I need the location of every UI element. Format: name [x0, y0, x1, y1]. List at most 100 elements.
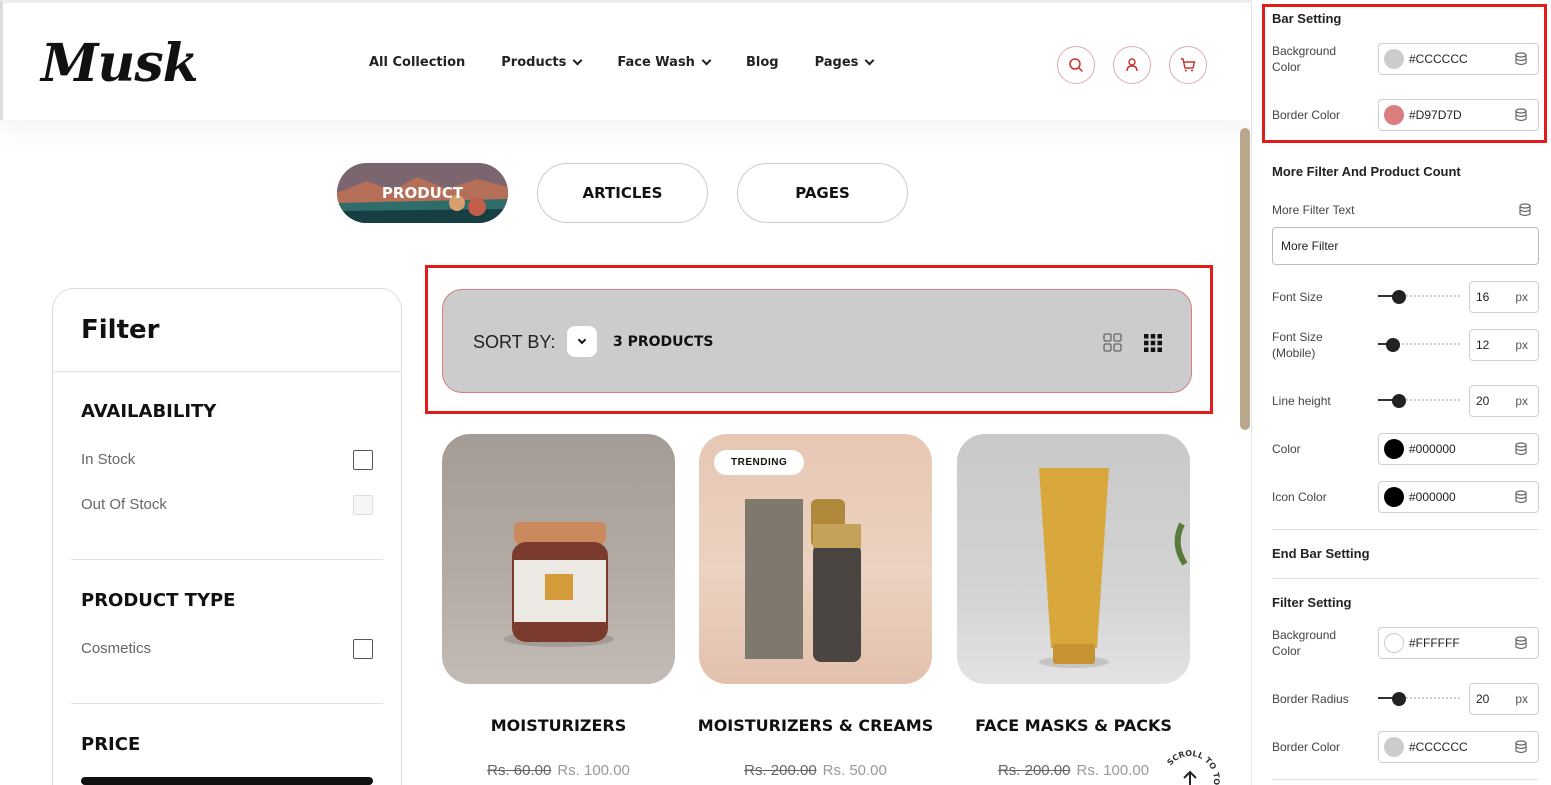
compare-price: Rs. 60.00 [487, 762, 552, 779]
font-size-mobile-slider[interactable] [1378, 338, 1460, 352]
font-size-input[interactable]: 16 px [1469, 281, 1539, 313]
sale-price: Rs. 50.00 [822, 762, 887, 779]
product-image[interactable] [442, 434, 675, 684]
main-nav: All Collection Products Face Wash Blog P… [369, 55, 875, 70]
option-label: Out Of Stock [81, 496, 167, 513]
line-height-slider[interactable] [1378, 394, 1460, 408]
nav-blog[interactable]: Blog [746, 55, 779, 70]
number-value: 16 [1476, 290, 1490, 304]
database-icon[interactable] [1514, 636, 1528, 650]
chevron-down-icon [577, 335, 587, 344]
logo[interactable]: Musk [41, 33, 199, 94]
unit-label: px [1515, 394, 1528, 408]
font-size-slider[interactable] [1378, 290, 1460, 304]
product-count: 3 PRODUCTS [613, 334, 714, 350]
line-height-input[interactable]: 20 px [1469, 385, 1539, 417]
slider-knob[interactable] [1392, 692, 1406, 706]
product-image[interactable]: TRENDING [699, 434, 932, 684]
nav-label: Pages [814, 55, 859, 70]
sale-price: Rs. 100.00 [557, 762, 630, 779]
end-bar-setting-title: End Bar Setting [1272, 546, 1370, 561]
database-icon[interactable] [1514, 490, 1528, 504]
database-icon[interactable] [1518, 203, 1532, 217]
in-stock-checkbox[interactable] [353, 450, 373, 470]
divider [71, 703, 383, 704]
tab-product[interactable]: PRODUCT [337, 163, 508, 223]
more-filter-text-input[interactable]: More Filter [1272, 227, 1539, 265]
number-value: 12 [1476, 338, 1490, 352]
cart-button[interactable] [1169, 46, 1207, 84]
out-of-stock-checkbox[interactable] [353, 495, 373, 515]
nav-face-wash[interactable]: Face Wash [617, 55, 712, 70]
scroll-to-top-text: SCROLL TO TOP [1165, 749, 1221, 785]
scroll-to-top-badge: SCROLL TO TOP [1165, 749, 1221, 785]
icon-color-picker[interactable]: #000000 [1378, 481, 1539, 513]
filter-setting-title: Filter Setting [1272, 595, 1352, 610]
color-swatch[interactable] [1384, 439, 1404, 459]
icon-color-label: Icon Color [1272, 490, 1327, 504]
product-price: Rs. 60.00 Rs. 100.00 [442, 762, 675, 779]
database-icon[interactable] [1514, 740, 1528, 754]
border-radius-input[interactable]: 20 px [1469, 683, 1539, 715]
tab-label: PRODUCT [381, 184, 464, 202]
nav-products[interactable]: Products [501, 55, 583, 70]
search-button[interactable] [1057, 46, 1095, 84]
text-color-picker[interactable]: #000000 [1378, 433, 1539, 465]
user-icon [1126, 58, 1138, 72]
cart-icon [1181, 58, 1196, 72]
slider-knob[interactable] [1392, 394, 1406, 408]
grid-2-icon[interactable] [1103, 333, 1123, 353]
availability-title: AVAILABILITY [81, 401, 217, 422]
product-title[interactable]: FACE MASKS & PACKS [937, 716, 1210, 735]
nav-pages[interactable]: Pages [814, 55, 875, 70]
border-radius-slider[interactable] [1378, 692, 1460, 706]
color-swatch[interactable] [1384, 737, 1404, 757]
color-swatch[interactable] [1384, 633, 1404, 653]
compare-price: Rs. 200.00 [744, 762, 817, 779]
tab-label: PAGES [795, 184, 850, 202]
price-title: PRICE [81, 734, 141, 755]
filter-bg-color-picker[interactable]: #FFFFFF [1378, 627, 1539, 659]
chevron-down-icon [701, 55, 712, 66]
filter-title: Filter [81, 315, 160, 345]
price-range-slider[interactable] [81, 777, 373, 785]
nav-all-collection[interactable]: All Collection [369, 55, 465, 70]
sort-select[interactable] [567, 326, 597, 357]
tab-articles[interactable]: ARTICLES [537, 163, 708, 223]
color-hex: #000000 [1409, 442, 1456, 456]
store-preview: Musk All Collection Products Face Wash B… [0, 0, 1252, 785]
page-scrollbar[interactable] [1240, 128, 1250, 430]
product-title[interactable]: MOISTURIZERS & CREAMS [679, 716, 952, 735]
sale-price: Rs. 100.00 [1076, 762, 1150, 779]
filter-border-color-picker[interactable]: #CCCCCC [1378, 731, 1539, 763]
scroll-to-top-button[interactable]: SCROLL TO TOP [1158, 748, 1222, 785]
slider-knob[interactable] [1386, 338, 1400, 352]
product-title[interactable]: MOISTURIZERS [422, 716, 695, 735]
slider-knob[interactable] [1392, 290, 1406, 304]
more-filter-text-label: More Filter Text [1272, 203, 1355, 217]
option-label: In Stock [81, 451, 136, 468]
font-size-label: Font Size [1272, 290, 1323, 304]
database-icon[interactable] [1514, 442, 1528, 456]
filter-border-label: Border Color [1272, 740, 1341, 754]
grid-3-icon[interactable] [1143, 333, 1163, 353]
product-price: Rs. 200.00 Rs. 50.00 [699, 762, 932, 779]
filter-sidebar: Filter AVAILABILITY In Stock Out Of Stoc… [52, 288, 402, 785]
sort-label: SORT BY: [473, 332, 556, 352]
product-badge: TRENDING [714, 450, 805, 475]
account-button[interactable] [1113, 46, 1151, 84]
divider [1272, 529, 1539, 530]
product-card[interactable]: MOISTURIZERS Rs. 60.00 Rs. 100.00 [442, 434, 675, 779]
product-image[interactable] [957, 434, 1190, 684]
highlight-outline [1262, 4, 1547, 143]
product-card[interactable]: TRENDING MOISTURIZERS & CREAMS Rs. 200.0… [698, 434, 933, 779]
font-size-mobile-input[interactable]: 12 px [1469, 329, 1539, 361]
cosmetics-checkbox[interactable] [353, 639, 373, 659]
tab-pages[interactable]: PAGES [737, 163, 908, 223]
color-swatch[interactable] [1384, 487, 1404, 507]
option-label: Cosmetics [81, 640, 152, 657]
color-hex: #CCCCCC [1409, 740, 1468, 754]
divider [53, 371, 401, 372]
product-card[interactable]: FACE MASKS & PACKS Rs. 200.00 Rs. 100.00 [957, 434, 1190, 779]
tube-illustration [1039, 468, 1188, 668]
